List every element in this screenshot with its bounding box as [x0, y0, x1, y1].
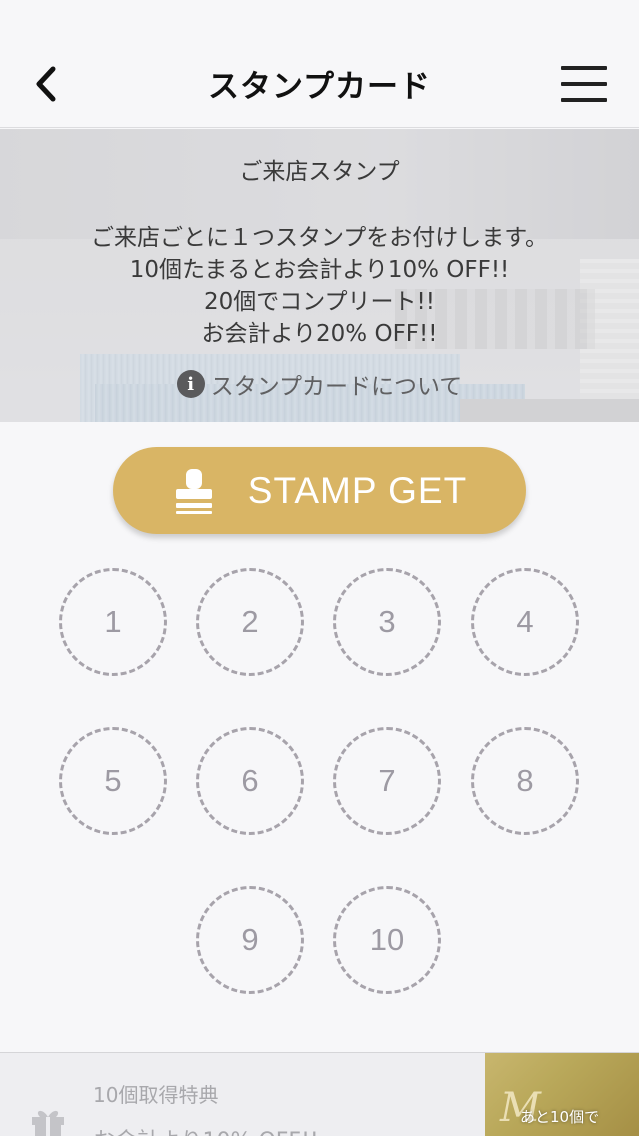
stamp-slot: 6	[196, 727, 304, 835]
stamp-slot: 1	[59, 568, 167, 676]
about-stamp-card-label: スタンプカードについて	[210, 374, 463, 400]
stamp-slot: 2	[196, 568, 304, 676]
stamp-get-button[interactable]: STAMP GET	[113, 447, 526, 534]
stamp-icon	[175, 468, 212, 514]
info-circle-icon: i	[176, 370, 205, 398]
hero-banner: ご来店スタンプ ご来店ごとに１つスタンプをお付けします。 10個たまるとお会計よ…	[0, 129, 639, 422]
stamp-slot: 9	[196, 886, 304, 994]
page-title: スタンプカード	[207, 69, 432, 105]
reward-value: お会計より10% OFF!!	[93, 1123, 319, 1136]
stamp-slot: 7	[333, 727, 441, 835]
navigation-bar: スタンプカード	[0, 40, 639, 128]
stamp-slot: 4	[471, 568, 579, 676]
description-line: お会計より20% OFF!!	[201, 321, 438, 347]
stamp-slot: 5	[59, 727, 167, 835]
stamp-get-label: STAMP GET	[247, 469, 468, 511]
reward-label: 10個取得特典	[93, 1083, 219, 1107]
reward-remaining-text: あと10個で	[520, 1108, 600, 1126]
description-line: 20個でコンプリート!!	[203, 289, 436, 315]
stamp-card-description: ご来店ごとに１つスタンプをお付けします。 10個たまるとお会計より10% OFF…	[0, 222, 639, 350]
stamp-slot: 8	[471, 727, 579, 835]
stamp-card-title: ご来店スタンプ	[239, 159, 400, 185]
back-button[interactable]	[24, 62, 68, 106]
hamburger-menu-icon	[561, 66, 607, 70]
chevron-left-icon	[36, 66, 56, 102]
stamp-slot: 10	[333, 886, 441, 994]
about-stamp-card-link[interactable]: i スタンプカードについて	[0, 367, 639, 401]
description-line: 10個たまるとお会計より10% OFF!!	[129, 257, 510, 283]
stamp-slot: 3	[333, 568, 441, 676]
menu-button[interactable]	[561, 64, 609, 104]
status-bar	[0, 0, 639, 40]
gift-icon	[32, 1110, 64, 1136]
description-line: ご来店ごとに１つスタンプをお付けします。	[90, 225, 548, 251]
